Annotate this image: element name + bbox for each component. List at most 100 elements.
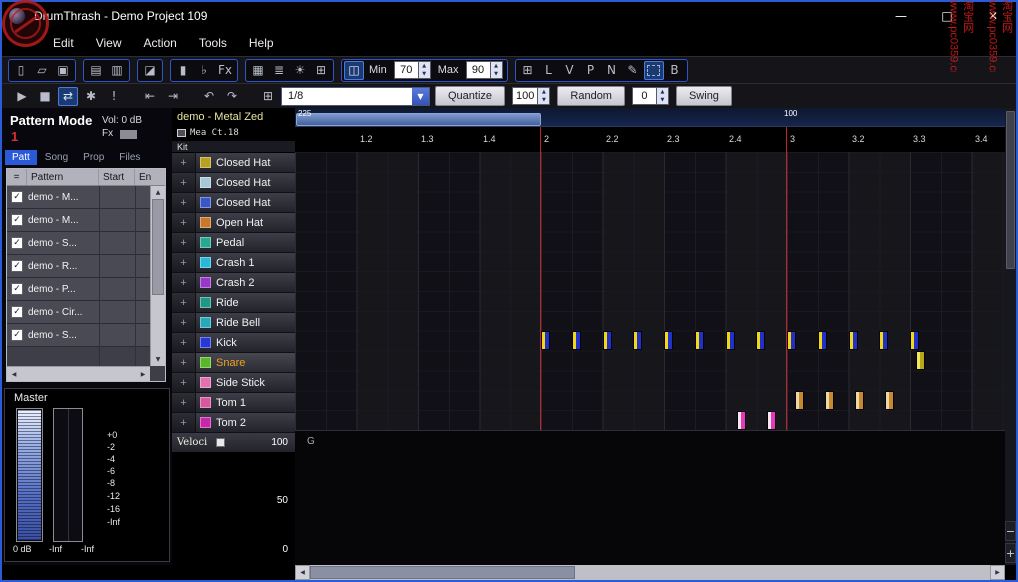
velocity-tool-icon[interactable]: V [560, 61, 580, 80]
grid-body[interactable] [295, 152, 1005, 430]
measure-icon[interactable] [177, 129, 186, 137]
fx-icon[interactable]: Fx [215, 61, 235, 80]
pattern-row[interactable]: ✓demo - S... [7, 324, 150, 347]
track-row-closed-hat[interactable]: +Closed Hat [172, 173, 295, 193]
quantize-button[interactable]: Quantize [435, 86, 505, 106]
minimize-button[interactable]: — [878, 2, 924, 30]
scroll-up-icon[interactable]: ▲ [151, 186, 165, 199]
flat-note-icon[interactable]: ♭ [194, 61, 214, 80]
pattern-row[interactable]: ✓demo - R... [7, 255, 150, 278]
track-row-closed-hat[interactable]: +Closed Hat [172, 153, 295, 173]
add-note-button[interactable]: + [172, 313, 196, 332]
menu-view[interactable]: View [85, 32, 133, 54]
track-row-closed-hat[interactable]: +Closed Hat [172, 193, 295, 213]
grid-icon[interactable]: ⊞ [311, 61, 331, 80]
pattern-row[interactable]: ✓demo - M... [7, 186, 150, 209]
spin-down-icon[interactable]: ▼ [538, 96, 549, 104]
scroll-left-icon[interactable]: ◀ [295, 565, 310, 580]
new-file-icon[interactable]: ▯ [11, 61, 31, 80]
quantize-amount-value[interactable]: 100 [512, 87, 538, 105]
track-row-crash-2[interactable]: +Crash 2 [172, 273, 295, 293]
max-velocity[interactable]: 90▲▼ [466, 61, 503, 79]
add-note-button[interactable]: + [172, 173, 196, 192]
vertical-scrollbar[interactable]: − + [1005, 108, 1016, 565]
note-kick[interactable] [756, 331, 765, 350]
line-tool-icon[interactable]: L [539, 61, 559, 80]
redo-button[interactable]: ↷ [222, 87, 242, 106]
note-snare[interactable] [916, 351, 925, 370]
note-kick[interactable] [572, 331, 581, 350]
metronome-toggle-icon[interactable]: ✱ [81, 87, 101, 106]
add-note-button[interactable]: + [172, 253, 196, 272]
track-row-ride-bell[interactable]: +Ride Bell [172, 313, 295, 333]
add-note-button[interactable]: + [172, 193, 196, 212]
min-velocity-spinner[interactable]: ▲▼ [419, 61, 431, 79]
pan-tool-icon[interactable]: P [581, 61, 601, 80]
count-in-icon[interactable]: ! [104, 87, 124, 106]
random-button[interactable]: Random [557, 86, 625, 106]
random-amount[interactable]: 0▲▼ [632, 87, 669, 105]
vscroll-thumb[interactable] [152, 199, 164, 295]
add-note-button[interactable]: + [172, 213, 196, 232]
pattern-row[interactable]: ✓demo - M... [7, 209, 150, 232]
note-tom-2[interactable] [767, 411, 776, 430]
metronome-icon[interactable]: ▮ [173, 61, 193, 80]
track-row-tom-2[interactable]: +Tom 2 [172, 413, 295, 433]
scroll-right-icon[interactable]: ▶ [990, 565, 1005, 580]
note-kick[interactable] [818, 331, 827, 350]
note-kick[interactable] [603, 331, 612, 350]
note-kick[interactable] [910, 331, 919, 350]
spin-up-icon[interactable]: ▲ [657, 88, 668, 96]
eraser-icon[interactable]: ◪ [140, 61, 160, 80]
velocity-lane[interactable]: G [295, 430, 1005, 565]
pattern-row[interactable]: ✓demo - P... [7, 278, 150, 301]
note-kick[interactable] [541, 331, 550, 350]
note-kick[interactable] [849, 331, 858, 350]
tempo-marker[interactable]: 225 [298, 109, 311, 118]
add-note-button[interactable]: + [172, 393, 196, 412]
pattern-checkbox[interactable]: ✓ [11, 237, 23, 249]
tab-prop[interactable]: Prop [76, 150, 111, 165]
track-row-kick[interactable]: +Kick [172, 333, 295, 353]
note-tom-1[interactable] [825, 391, 834, 410]
note-tom-1[interactable] [855, 391, 864, 410]
pencil-icon[interactable]: ✎ [623, 61, 643, 80]
add-note-button[interactable]: + [172, 333, 196, 352]
spin-up-icon[interactable]: ▲ [419, 62, 430, 70]
hscroll-thumb[interactable] [310, 566, 575, 579]
paste-icon[interactable]: ▥ [107, 61, 127, 80]
vscroll-thumb[interactable] [1006, 111, 1015, 269]
menu-edit[interactable]: Edit [42, 32, 85, 54]
zoom-in-button[interactable]: + [1005, 543, 1016, 563]
tempo-marker[interactable]: 100 [784, 109, 797, 118]
track-row-pedal[interactable]: +Pedal [172, 233, 295, 253]
save-icon[interactable]: ▣ [53, 61, 73, 80]
stop-button[interactable]: ■ [35, 87, 55, 106]
track-row-crash-1[interactable]: +Crash 1 [172, 253, 295, 273]
note-tom-1[interactable] [795, 391, 804, 410]
pattern-checkbox[interactable]: ✓ [11, 191, 23, 203]
spin-up-icon[interactable]: ▲ [491, 62, 502, 70]
note-kick[interactable] [695, 331, 704, 350]
tab-patt[interactable]: Patt [5, 150, 37, 165]
velocity-checkbox[interactable] [216, 438, 225, 447]
note-tom-1[interactable] [885, 391, 894, 410]
loop-region[interactable] [296, 113, 541, 126]
quantize-amount[interactable]: 100▲▼ [512, 87, 550, 105]
brightness-icon[interactable]: ☀ [290, 61, 310, 80]
velocity-slider-icon[interactable]: ◫ [344, 61, 364, 80]
max-velocity-value[interactable]: 90 [466, 61, 491, 79]
goto-start-icon[interactable]: ⇤ [140, 87, 160, 106]
timeline-ruler[interactable]: 225 100 [295, 108, 1005, 127]
undo-button[interactable]: ↶ [199, 87, 219, 106]
add-note-button[interactable]: + [172, 373, 196, 392]
tab-files[interactable]: Files [112, 150, 147, 165]
pattern-checkbox[interactable]: ✓ [11, 260, 23, 272]
pattern-row[interactable]: ✓demo - Cir... [7, 301, 150, 324]
pattern-checkbox[interactable]: ✓ [11, 306, 23, 318]
fx-meter[interactable] [120, 130, 137, 139]
pattern-checkbox[interactable]: ✓ [11, 283, 23, 295]
note-tom-2[interactable] [737, 411, 746, 430]
note-kick[interactable] [879, 331, 888, 350]
add-note-button[interactable]: + [172, 233, 196, 252]
